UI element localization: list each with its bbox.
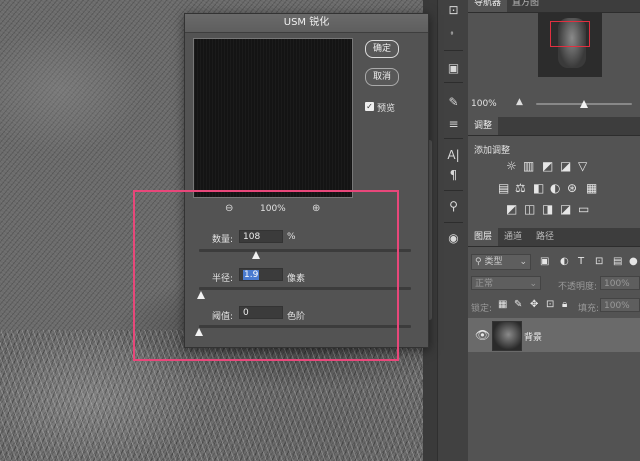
lock-artboard-icon[interactable]: ⊡ bbox=[546, 299, 554, 311]
invert-icon[interactable]: ◩ bbox=[506, 203, 517, 215]
preview-label: 预览 bbox=[377, 104, 396, 114]
blend-mode-select[interactable]: 正常 ⌄ bbox=[471, 276, 541, 290]
selective-color-icon[interactable]: ◪ bbox=[560, 203, 571, 215]
lock-all-icon[interactable]: 🔒︎ bbox=[562, 299, 567, 311]
filter-smart-object-icon[interactable]: ▤ bbox=[613, 256, 622, 268]
opacity-label: 不透明度: bbox=[558, 282, 598, 292]
chevron-down-icon: ⌄ bbox=[529, 279, 537, 289]
character-icon[interactable]: A| bbox=[438, 145, 469, 165]
tool-divider bbox=[444, 82, 463, 83]
filter-shape-icon[interactable]: ⊡ bbox=[595, 256, 603, 268]
navigator-tabs: 导航器 直方图 bbox=[468, 0, 640, 13]
swatch-icon[interactable]: ﾟ bbox=[438, 28, 469, 48]
curves-icon[interactable]: ◩ bbox=[542, 160, 553, 172]
lock-transparent-icon[interactable]: ▦ bbox=[498, 299, 507, 311]
opacity-value: 100% bbox=[604, 279, 630, 289]
tool-divider bbox=[444, 190, 463, 191]
lock-position-icon[interactable]: ✥ bbox=[530, 299, 538, 311]
tab-histogram[interactable]: 直方图 bbox=[506, 0, 545, 12]
lock-label: 锁定: bbox=[471, 304, 493, 314]
dialog-title[interactable]: USM 锐化 bbox=[185, 14, 428, 33]
channel-mixer-icon[interactable]: ⊛ bbox=[567, 182, 577, 194]
layer-name[interactable]: 背景 bbox=[524, 330, 542, 343]
adjustments-tabs: 调整 bbox=[468, 117, 640, 136]
cancel-button[interactable]: 取消 bbox=[365, 68, 399, 86]
levels-icon[interactable]: ▥ bbox=[523, 160, 534, 172]
filter-pixel-icon[interactable]: ▣ bbox=[540, 256, 549, 268]
tab-adjustments[interactable]: 调整 bbox=[468, 117, 499, 135]
posterize-icon[interactable]: ◫ bbox=[524, 203, 535, 215]
highlight-box bbox=[133, 190, 399, 361]
threshold-icon[interactable]: ◨ bbox=[542, 203, 553, 215]
navigator-zoom-value[interactable]: 100% bbox=[471, 99, 497, 109]
brightness-icon[interactable]: ☼ bbox=[506, 160, 517, 172]
black-white-icon[interactable]: ◧ bbox=[533, 182, 544, 194]
layer-row[interactable]: 👁︎ 背景 bbox=[468, 318, 640, 352]
mountain-small-icon: ▲ bbox=[516, 97, 523, 107]
adjustments-title: 添加调整 bbox=[474, 146, 511, 156]
brush-settings-icon[interactable]: ⊡ bbox=[438, 0, 469, 20]
tab-paths[interactable]: 路径 bbox=[530, 228, 560, 246]
adjust-icon[interactable]: ≡ bbox=[438, 114, 469, 134]
ok-button[interactable]: 确定 bbox=[365, 40, 399, 58]
cc-libraries-icon[interactable]: ◉ bbox=[438, 228, 469, 248]
color-balance-icon[interactable]: ⚖ bbox=[515, 182, 526, 194]
fill-field[interactable]: 100% bbox=[600, 298, 640, 312]
paragraph-style-icon[interactable]: ✎ bbox=[438, 92, 469, 112]
filter-toggle-icon[interactable]: ● bbox=[629, 256, 638, 268]
tool-divider bbox=[444, 222, 463, 223]
layer-filter-select[interactable]: ⚲ 类型 ⌄ bbox=[471, 254, 531, 270]
layers-tabs: 图层 通道 路径 bbox=[468, 228, 640, 247]
tab-channels[interactable]: 通道 bbox=[498, 228, 528, 246]
properties-icon[interactable]: ▣ bbox=[438, 58, 469, 78]
vibrance-icon[interactable]: ▽ bbox=[578, 160, 587, 172]
right-panel: 导航器 直方图 100% ▲ 调整 添加调整 ☼ ▥ ◩ ◪ ▽ ▤ ⚖ ◧ ◐… bbox=[468, 0, 640, 461]
navigator-zoom-thumb[interactable] bbox=[580, 100, 588, 108]
path-icon[interactable]: ⚲ bbox=[438, 196, 469, 216]
lock-image-icon[interactable]: ✎ bbox=[514, 299, 522, 311]
paragraph-icon[interactable]: ¶ bbox=[438, 165, 469, 185]
photo-filter-icon[interactable]: ◐ bbox=[550, 182, 560, 194]
search-icon: ⚲ bbox=[475, 257, 482, 267]
filter-adjustment-icon[interactable]: ◐ bbox=[560, 256, 569, 268]
chevron-down-icon: ⌄ bbox=[519, 257, 527, 267]
gradient-map-icon[interactable]: ▭ bbox=[578, 203, 589, 215]
blend-mode-value: 正常 bbox=[475, 279, 494, 289]
tab-layers[interactable]: 图层 bbox=[468, 228, 499, 246]
layer-filter-value: 类型 bbox=[484, 257, 503, 267]
tool-divider bbox=[444, 138, 463, 139]
layer-thumbnail bbox=[492, 321, 522, 351]
panel-icon-column: ⊡ ﾟ ▣ ✎ ≡ A| ¶ ⚲ ◉ bbox=[437, 0, 470, 461]
navigator-thumbnail[interactable] bbox=[538, 13, 602, 77]
fill-value: 100% bbox=[604, 301, 630, 311]
tab-navigator[interactable]: 导航器 bbox=[468, 0, 508, 12]
exposure-icon[interactable]: ◪ bbox=[560, 160, 571, 172]
opacity-field[interactable]: 100% bbox=[600, 276, 640, 290]
navigator-view-box[interactable] bbox=[550, 21, 590, 47]
filter-preview[interactable] bbox=[193, 38, 353, 198]
fill-label: 填充: bbox=[578, 304, 600, 314]
tool-divider bbox=[444, 50, 463, 51]
eye-icon[interactable]: 👁︎ bbox=[475, 329, 490, 341]
preview-checkbox[interactable]: ✓ bbox=[365, 102, 374, 111]
color-lookup-icon[interactable]: ▦ bbox=[586, 182, 597, 194]
hue-saturation-icon[interactable]: ▤ bbox=[498, 182, 509, 194]
filter-type-icon[interactable]: T bbox=[578, 256, 584, 268]
